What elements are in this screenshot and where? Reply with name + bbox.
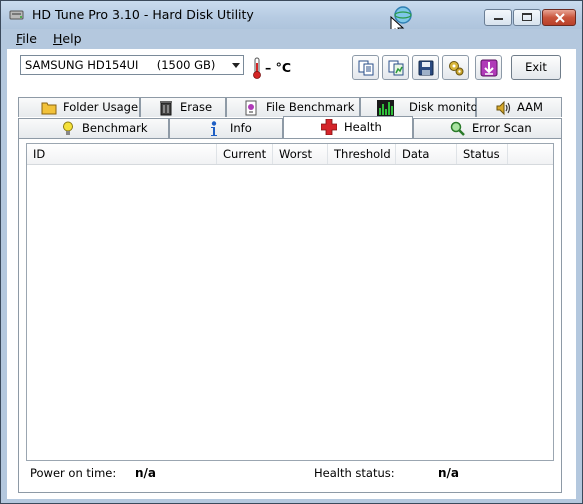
speaker-icon xyxy=(496,100,511,116)
file-benchmark-icon xyxy=(245,100,257,116)
options-icon xyxy=(449,61,464,76)
info-icon xyxy=(211,121,217,136)
tab-row-top: Folder Usage Erase File Benchmark Disk m… xyxy=(18,97,562,117)
column-header-status[interactable]: Status xyxy=(457,144,508,164)
menu-file[interactable]: File xyxy=(16,31,37,46)
lightbulb-icon xyxy=(63,121,73,135)
download-icon xyxy=(480,59,498,77)
column-header-threshold[interactable]: Threshold xyxy=(328,144,396,164)
tab-erase[interactable]: Erase xyxy=(140,97,226,117)
tab-info[interactable]: Info xyxy=(169,118,283,138)
column-header-id[interactable]: ID xyxy=(27,144,217,164)
tab-health[interactable]: Health xyxy=(283,116,413,138)
trash-icon xyxy=(160,101,172,116)
copy-text-button[interactable] xyxy=(352,55,379,80)
column-header-current[interactable]: Current xyxy=(217,144,273,164)
health-panel: ID Current Worst Threshold Data Status P… xyxy=(18,138,562,493)
health-status-value: n/a xyxy=(438,466,460,480)
close-button[interactable] xyxy=(542,9,576,26)
column-header-data[interactable]: Data xyxy=(396,144,457,164)
tab-row-bottom: Benchmark Info Health Error Scan xyxy=(18,116,562,138)
table-header: ID Current Worst Threshold Data Status xyxy=(27,144,553,165)
thermometer-icon xyxy=(253,57,261,79)
maximize-button[interactable] xyxy=(513,9,541,26)
tab-folder-usage[interactable]: Folder Usage xyxy=(18,97,140,117)
power-on-time-label: Power on time: xyxy=(30,466,117,480)
drive-selector[interactable]: SAMSUNG HD154UI (1500 GB) xyxy=(20,55,244,75)
options-button[interactable] xyxy=(442,55,469,80)
minimize-button[interactable] xyxy=(484,9,512,26)
bar-chart-icon xyxy=(377,100,394,116)
folder-icon xyxy=(41,102,57,115)
save-icon xyxy=(418,60,434,76)
smart-table[interactable]: ID Current Worst Threshold Data Status xyxy=(26,143,554,461)
health-cross-icon xyxy=(321,119,337,135)
menu-bar: File Help xyxy=(1,29,582,49)
tab-error-scan[interactable]: Error Scan xyxy=(413,118,562,138)
window-title: HD Tune Pro 3.10 - Hard Disk Utility xyxy=(32,7,254,22)
exit-button[interactable]: Exit xyxy=(511,55,561,80)
save-button[interactable] xyxy=(412,55,439,80)
power-on-time-value: n/a xyxy=(135,466,157,480)
drive-selector-value: SAMSUNG HD154UI (1500 GB) xyxy=(25,58,216,72)
health-status-label: Health status: xyxy=(314,466,395,480)
title-bar[interactable]: HD Tune Pro 3.10 - Hard Disk Utility xyxy=(1,1,582,37)
app-icon xyxy=(9,10,24,20)
main-client-area: SAMSUNG HD154UI (1500 GB) – °C Exit Fold… xyxy=(7,49,576,499)
menu-help[interactable]: Help xyxy=(53,31,82,46)
dropdown-arrow-icon xyxy=(232,63,240,68)
magnifier-icon xyxy=(450,121,465,136)
download-button[interactable] xyxy=(475,55,502,80)
close-icon xyxy=(555,13,565,23)
copy-screenshot-button[interactable] xyxy=(382,55,409,80)
column-header-worst[interactable]: Worst xyxy=(273,144,328,164)
copy-screenshot-icon xyxy=(388,60,404,76)
tab-disk-monitor[interactable]: Disk monitor xyxy=(360,97,482,117)
copy-text-icon xyxy=(358,60,374,76)
temperature-readout: – °C xyxy=(265,60,292,75)
tab-benchmark[interactable]: Benchmark xyxy=(18,118,169,138)
tab-aam[interactable]: AAM xyxy=(476,97,562,117)
app-window: HD Tune Pro 3.10 - Hard Disk Utility Fil… xyxy=(0,0,583,504)
tab-file-benchmark[interactable]: File Benchmark xyxy=(226,97,360,117)
